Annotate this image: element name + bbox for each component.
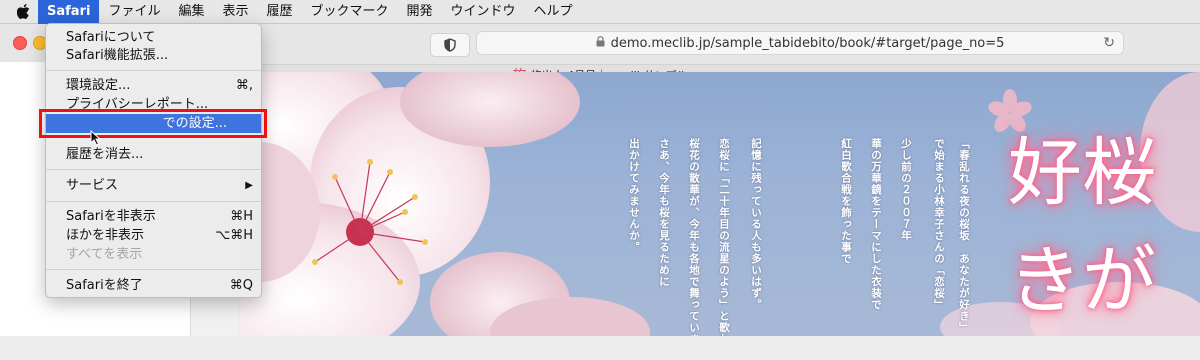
menu-item-safari-extensions[interactable]: Safari機能拡張... (46, 46, 261, 65)
quit-label: Safariを終了 (66, 278, 143, 293)
close-window-icon[interactable] (13, 36, 27, 50)
menu-bar: Safari ファイル 編集 表示 履歴 ブックマーク 開発 ウインドウ ヘルプ (0, 0, 1200, 24)
hide-safari-shortcut: ⌘H (230, 209, 253, 224)
preferences-label: 環境設定... (66, 78, 131, 93)
highlight-annotation-box (39, 109, 267, 138)
vertical-text-col-3: 少し前の２００７年 (900, 138, 912, 242)
vertical-text-col-7: 恋桜に「二十年目の流星のよう」と歌われた (718, 138, 730, 336)
menu-item-show-all: すべてを表示 (46, 245, 261, 264)
vertical-text-col-4: 華の万華鏡をテーマにした衣装で (870, 138, 882, 311)
menu-item-hide-others[interactable]: ほかを非表示 ⌥⌘H (46, 226, 261, 245)
vertical-text-col-6: 記憶に残っている人も多いはず。 (750, 138, 762, 311)
extensions-label: Safari機能拡張... (66, 48, 169, 63)
menu-file[interactable]: ファイル (99, 0, 169, 24)
address-bar[interactable]: demo.meclib.jp/sample_tabidebito/book/#t… (476, 31, 1124, 55)
vertical-text-col-1: 「春乱れる夜の桜坂 あなたが好き」 (958, 138, 970, 334)
menu-view[interactable]: 表示 (213, 0, 257, 24)
menu-separator (46, 169, 261, 170)
safari-menu-dropdown: Safariについて Safari機能拡張... 環境設定... ⌘, プライバ… (45, 23, 262, 298)
magazine-page[interactable]: 「春乱れる夜の桜坂 あなたが好き」 で始まる小林幸子さんの「恋桜」 少し前の２０… (240, 72, 1200, 336)
menu-separator (46, 269, 261, 270)
menu-safari[interactable]: Safari (38, 0, 100, 24)
hide-others-shortcut: ⌥⌘H (215, 228, 253, 243)
menu-separator (46, 70, 261, 71)
quit-shortcut: ⌘Q (229, 278, 253, 293)
services-label: サービス (66, 178, 119, 193)
title-line-2: きが (1008, 238, 1156, 324)
hide-others-label: ほかを非表示 (66, 228, 145, 243)
vertical-text-col-2: で始まる小林幸子さんの「恋桜」 (933, 138, 945, 311)
title-line-1: 好桜 (1008, 130, 1156, 216)
menu-window[interactable]: ウインドウ (442, 0, 525, 24)
vertical-text-col-10: 出かけてみませんか。 (628, 138, 640, 253)
menu-edit[interactable]: 編集 (169, 0, 213, 24)
shield-icon (444, 38, 456, 52)
mouse-cursor-icon (90, 130, 102, 146)
menu-help[interactable]: ヘルプ (525, 0, 582, 24)
menu-item-about-safari[interactable]: Safariについて (46, 28, 261, 47)
menu-item-hide-safari[interactable]: Safariを非表示 ⌘H (46, 207, 261, 226)
url-text: demo.meclib.jp/sample_tabidebito/book/#t… (610, 35, 1005, 51)
menu-item-quit-safari[interactable]: Safariを終了 ⌘Q (46, 276, 261, 295)
vertical-text-col-8: 桜花の散華が、今年も各地で舞っています。 (688, 138, 700, 336)
privacy-shield-button[interactable] (430, 33, 470, 57)
menu-history[interactable]: 履歴 (257, 0, 301, 24)
menu-develop[interactable]: 開発 (398, 0, 442, 24)
clear-history-label: 履歴を消去... (66, 147, 144, 162)
vertical-text-col-9: さあ、今年も桜を見るために (658, 138, 670, 288)
lock-icon (596, 35, 605, 51)
show-all-label: すべてを表示 (66, 247, 143, 262)
preferences-shortcut: ⌘, (235, 78, 253, 93)
submenu-arrow-icon: ▶ (245, 180, 253, 191)
menu-item-clear-history[interactable]: 履歴を消去... (46, 145, 261, 164)
menu-bookmarks[interactable]: ブックマーク (302, 0, 398, 24)
menu-item-preferences[interactable]: 環境設定... ⌘, (46, 76, 261, 95)
reload-icon[interactable]: ↻ (1103, 35, 1115, 51)
menu-item-services[interactable]: サービス ▶ (46, 176, 261, 195)
hide-safari-label: Safariを非表示 (66, 209, 156, 224)
menu-separator (46, 201, 261, 202)
apple-icon[interactable] (8, 4, 38, 19)
vertical-text-col-5: 紅白歌合戦を飾った事で (840, 138, 852, 265)
about-safari-label: Safariについて (66, 30, 156, 45)
